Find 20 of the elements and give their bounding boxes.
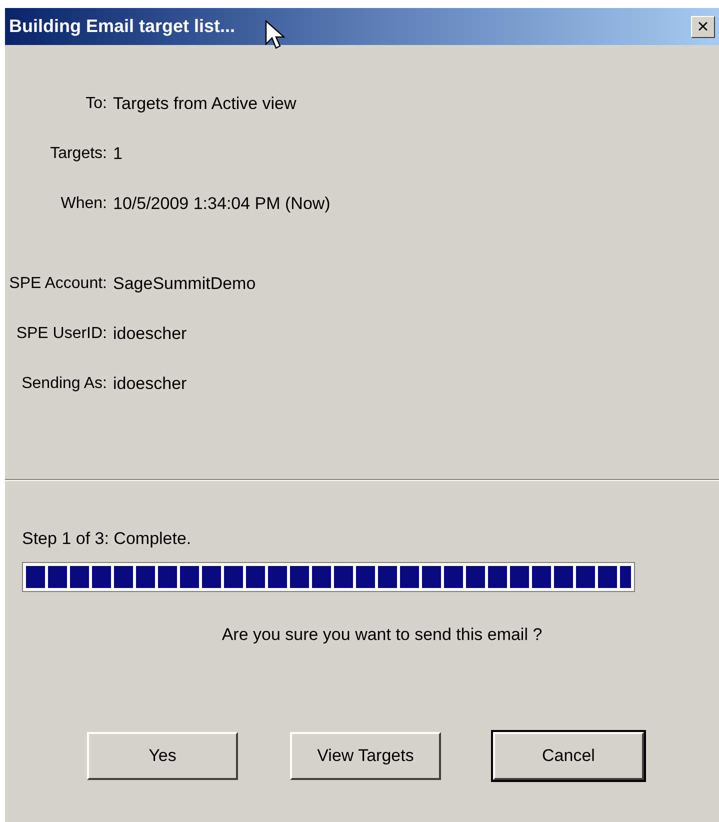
field-label: Targets: <box>49 144 107 164</box>
field-label: When: <box>60 194 107 214</box>
field-label: SPE Account: <box>8 274 107 294</box>
close-button[interactable]: × <box>691 16 715 38</box>
dialog-button[interactable]: View Targets <box>290 732 441 780</box>
window-title: Building Email target list... <box>9 15 236 38</box>
field-value: idoescher <box>113 323 187 346</box>
field-value: 1 <box>113 143 122 166</box>
field-label: Sending As: <box>20 374 107 394</box>
field-label: To: <box>84 94 107 114</box>
dialog-button[interactable]: Cancel <box>493 732 644 780</box>
field-label: SPE UserID: <box>15 324 107 344</box>
field-value: SageSummitDemo <box>113 273 256 296</box>
cursor-icon <box>265 20 285 50</box>
field-value: Targets from Active view <box>113 93 296 116</box>
confirmation-question: Are you sure you want to send this email ? <box>222 624 542 646</box>
field-value: idoescher <box>113 373 187 396</box>
dialog-button[interactable]: Yes <box>87 732 238 780</box>
field-value: 10/5/2009 1:34:04 PM (Now) <box>113 193 330 216</box>
progress-status: Step 1 of 3: Complete. <box>22 528 192 550</box>
